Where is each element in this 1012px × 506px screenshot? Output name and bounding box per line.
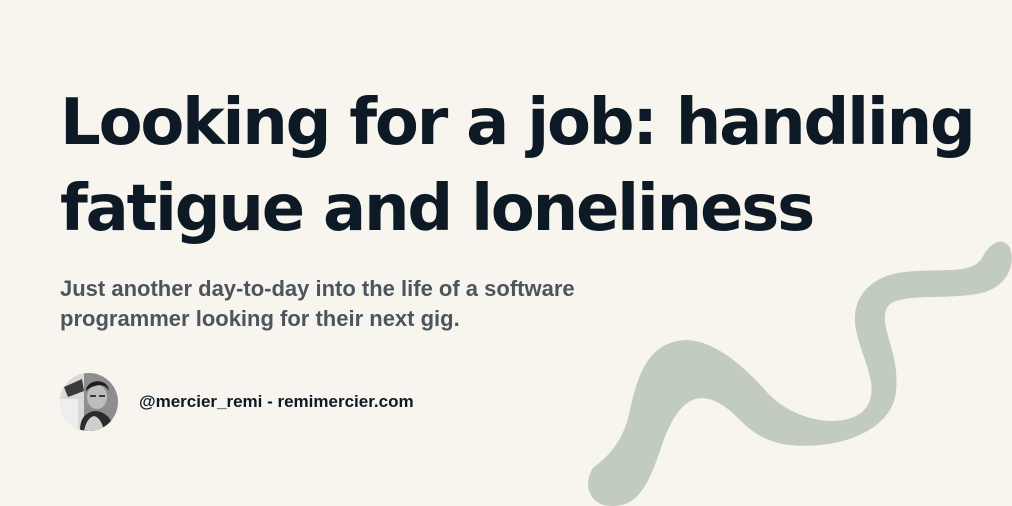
article-title: Looking for a job: handling fatigue and … xyxy=(60,86,976,246)
article-subtitle: Just another day-to-day into the life of… xyxy=(60,276,575,331)
author-avatar xyxy=(60,373,118,431)
author-website: remimercier.com xyxy=(277,392,414,411)
social-card: Looking for a job: handling fatigue and … xyxy=(0,0,1012,506)
avatar-portrait-image xyxy=(60,373,118,431)
author-handle: @mercier_remi xyxy=(139,392,263,411)
byline-separator: - xyxy=(262,392,278,411)
author-byline: @mercier_remi - remimercier.com xyxy=(60,372,414,432)
author-info: @mercier_remi - remimercier.com xyxy=(139,392,414,412)
